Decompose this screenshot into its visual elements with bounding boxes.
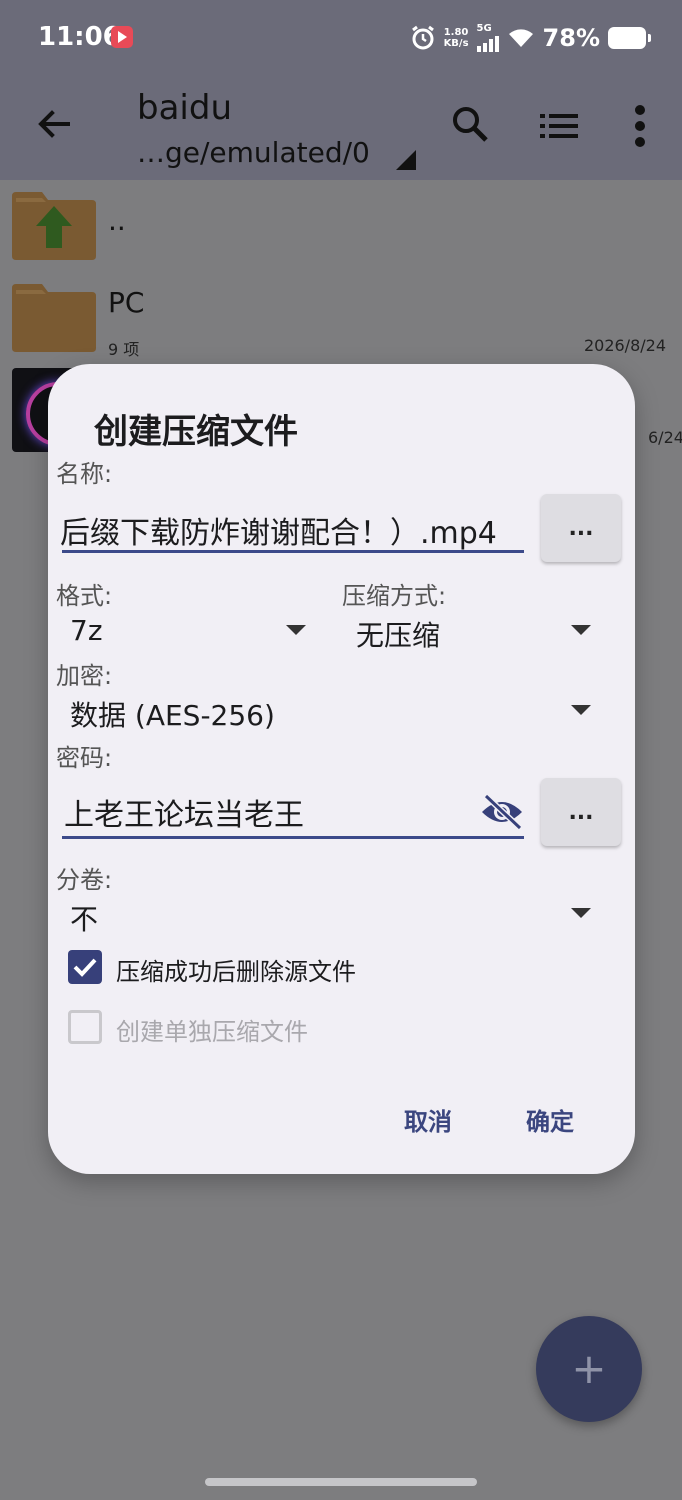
separate-archive-checkbox[interactable] — [68, 1010, 102, 1044]
network-speed: 1.80 KB/s — [443, 27, 469, 49]
back-arrow-icon[interactable] — [34, 104, 74, 144]
method-dropdown-icon[interactable] — [571, 625, 591, 635]
encryption-label: 加密: — [56, 662, 113, 690]
compression-method-select[interactable]: 无压缩 — [356, 614, 440, 654]
status-icons: 1.80 KB/s 5G 78% — [410, 22, 651, 54]
video-app-icon — [111, 26, 133, 48]
alarm-icon — [411, 25, 434, 50]
wifi-icon — [508, 29, 533, 47]
encryption-dropdown-icon[interactable] — [571, 705, 591, 715]
ok-button[interactable]: 确定 — [526, 1102, 574, 1137]
password-input[interactable]: 上老王论坛当老王 — [64, 790, 464, 834]
password-options-button[interactable]: ... — [541, 778, 621, 846]
split-label: 分卷: — [56, 866, 113, 894]
status-time: 11:06 — [38, 22, 121, 52]
name-browse-button[interactable]: ... — [541, 494, 621, 562]
path-selector[interactable]: …ge/emulated/0 — [137, 136, 370, 169]
format-dropdown-icon[interactable] — [286, 625, 306, 635]
status-bar: 11:06 1.80 KB/s 5G 78% — [0, 0, 682, 76]
dialog-title: 创建压缩文件 — [94, 412, 298, 452]
app-bar: baidu …ge/emulated/0 — [0, 76, 682, 180]
split-select[interactable]: 不 — [70, 898, 98, 938]
delete-source-checkbox[interactable] — [68, 950, 102, 984]
list-view-icon[interactable] — [540, 110, 580, 142]
search-icon[interactable] — [450, 104, 490, 144]
separate-archive-label[interactable]: 创建单独压缩文件 — [116, 1012, 308, 1047]
split-dropdown-icon[interactable] — [571, 908, 591, 918]
add-fab-button[interactable]: + — [536, 1316, 642, 1422]
file-row-parent[interactable]: .. — [0, 184, 682, 276]
signal-bars-icon — [476, 34, 499, 52]
cancel-button[interactable]: 取消 — [404, 1102, 452, 1137]
format-select[interactable]: 7z — [70, 614, 103, 647]
folder-up-icon — [12, 192, 96, 260]
file-row-pc[interactable]: PC 9 项 2026/8/24 — [0, 278, 682, 370]
encryption-select[interactable]: 数据 (AES-256) — [70, 694, 275, 734]
more-options-icon[interactable] — [630, 104, 650, 148]
battery-percent: 78% — [542, 24, 600, 52]
plus-icon: + — [571, 1344, 607, 1393]
battery-icon — [608, 27, 651, 49]
file-item-count: 9 项 — [108, 340, 140, 359]
format-label: 格式: — [56, 582, 113, 610]
path-dropdown-icon[interactable] — [396, 150, 416, 170]
check-icon — [73, 958, 97, 977]
eye-off-icon[interactable] — [480, 792, 524, 832]
password-label: 密码: — [56, 744, 113, 772]
file-date: 2026/8/24 — [583, 336, 666, 355]
archive-name-input[interactable]: 后缀下载防炸谢谢配合！）.mp4 — [60, 508, 526, 552]
folder-title: baidu — [137, 88, 232, 128]
name-label: 名称: — [56, 460, 113, 488]
delete-source-label[interactable]: 压缩成功后删除源文件 — [116, 952, 356, 987]
compression-method-label: 压缩方式: — [342, 582, 447, 610]
create-archive-dialog: 创建压缩文件 名称: 后缀下载防炸谢谢配合！）.mp4 ... 格式: 7z 压… — [48, 364, 635, 1174]
file-name: PC — [108, 286, 145, 319]
password-input-underline — [62, 836, 524, 839]
gesture-nav-handle[interactable] — [205, 1478, 477, 1486]
name-input-underline — [62, 550, 524, 553]
folder-icon — [12, 284, 96, 352]
file-date-partial: 6/24 — [648, 428, 682, 447]
cell-signal: 5G — [476, 23, 499, 52]
network-type: 5G — [476, 23, 492, 34]
file-name: .. — [108, 204, 126, 237]
